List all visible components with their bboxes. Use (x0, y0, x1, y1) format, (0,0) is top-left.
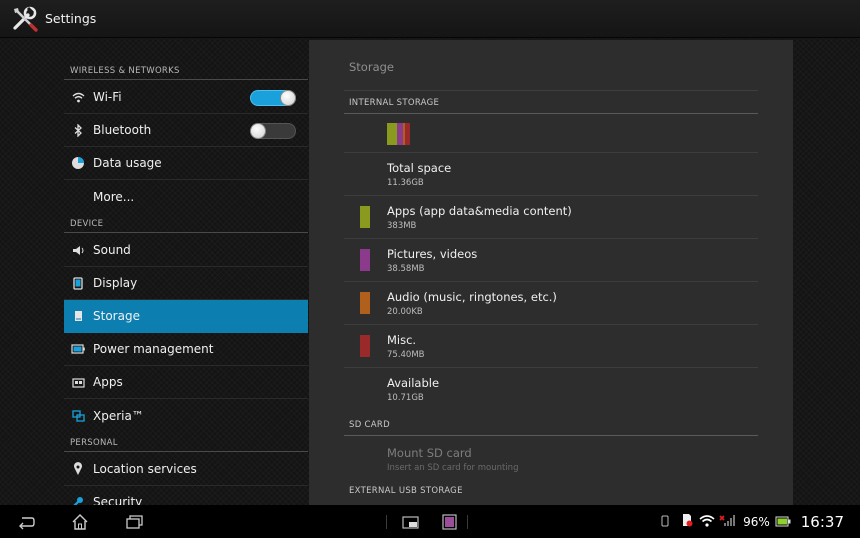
bluetooth-icon (71, 123, 85, 137)
settings-sidebar: WIRELESS & NETWORKS Wi-Fi Bluetooth Data… (64, 38, 308, 505)
external-usb-storage-header: EXTERNAL USB STORAGE (349, 486, 463, 496)
clock: 16:37 (800, 512, 844, 531)
system-navigation-bar: 96% 16:37 (0, 505, 860, 538)
toggle-knob (250, 123, 266, 139)
row-value: 20.00KB (387, 307, 423, 317)
battery-percentage: 96% (743, 514, 770, 529)
row-value: 10.71GB (387, 393, 424, 403)
row-value: 11.36GB (387, 178, 424, 188)
sidebar-item-location-services[interactable]: Location services (64, 453, 308, 486)
storage-panel: Storage INTERNAL STORAGE Total space 11.… (309, 40, 793, 505)
display-icon (71, 276, 85, 290)
wifi-status-icon (699, 512, 715, 531)
storage-row-audio[interactable]: Audio (music, ringtones, etc.) 20.00KB (344, 282, 758, 325)
storage-row-pictures[interactable]: Pictures, videos 38.58MB (344, 239, 758, 282)
speaker-icon (71, 243, 85, 257)
sidebar-item-label: Apps (93, 375, 123, 389)
usage-segment-misc (405, 123, 410, 145)
battery-icon (71, 342, 85, 356)
settings-content: WIRELESS & NETWORKS Wi-Fi Bluetooth Data… (0, 38, 860, 505)
row-title: Misc. (387, 333, 417, 347)
sidebar-item-wifi[interactable]: Wi-Fi (64, 81, 308, 114)
row-value: 75.40MB (387, 350, 425, 360)
divider (467, 515, 468, 529)
back-button[interactable] (16, 513, 36, 531)
data-usage-icon (71, 156, 85, 170)
apps-color-swatch (360, 206, 370, 228)
divider (386, 515, 387, 529)
section-header-wireless: WIRELESS & NETWORKS (64, 60, 308, 80)
sd-card-header: SD CARD (344, 414, 758, 436)
sidebar-item-label: Location services (93, 462, 197, 476)
sidebar-item-display[interactable]: Display (64, 267, 308, 300)
audio-color-swatch (360, 292, 370, 314)
sidebar-item-label: Power management (93, 342, 214, 356)
row-value: Insert an SD card for mounting (387, 463, 519, 473)
sidebar-item-security[interactable]: Security (64, 486, 308, 505)
phone-icon (661, 512, 669, 531)
sidebar-item-power-management[interactable]: Power management (64, 333, 308, 366)
battery-status-icon (775, 512, 791, 531)
panel-title: Storage (349, 60, 394, 74)
section-header-personal: PERSONAL (64, 432, 308, 452)
row-value: 383MB (387, 221, 417, 231)
usage-segment-apps (387, 123, 397, 145)
wifi-icon (71, 90, 85, 104)
misc-color-swatch (360, 335, 370, 357)
status-area[interactable]: 96% 16:37 (661, 505, 860, 538)
row-title: Mount SD card (387, 446, 472, 460)
divider (344, 90, 758, 91)
row-title: Available (387, 376, 440, 390)
sidebar-item-label: Xperia™ (93, 408, 144, 423)
storage-row-misc[interactable]: Misc. 75.40MB (344, 325, 758, 368)
row-title: Total space (387, 161, 452, 175)
sidebar-item-bluetooth[interactable]: Bluetooth (64, 114, 308, 147)
sidebar-item-label: Bluetooth (93, 123, 152, 137)
section-header-device: DEVICE (64, 213, 308, 233)
storage-row-available[interactable]: Available 10.71GB (344, 368, 758, 411)
storage-row-apps[interactable]: Apps (app data&media content) 383MB (344, 196, 758, 239)
bluetooth-toggle[interactable] (250, 123, 296, 139)
row-value: 38.58MB (387, 264, 425, 274)
sidebar-item-label: Display (93, 276, 138, 290)
sidebar-item-more[interactable]: More... (64, 180, 308, 213)
sidebar-item-label: Data usage (93, 156, 162, 170)
xperia-icon (71, 409, 85, 423)
sidebar-item-label: Wi-Fi (93, 90, 122, 104)
sidebar-item-label: More... (93, 189, 135, 204)
row-title: Pictures, videos (387, 247, 478, 261)
storage-icon (71, 309, 85, 323)
sidebar-item-label: Sound (93, 243, 131, 257)
storage-usage-bar (387, 123, 410, 145)
app-title: Settings (45, 11, 97, 26)
small-app-window-icon[interactable] (401, 513, 421, 531)
sidebar-item-apps[interactable]: Apps (64, 366, 308, 399)
internal-storage-header: INTERNAL STORAGE (344, 92, 758, 114)
recent-apps-button[interactable] (124, 513, 144, 531)
home-button[interactable] (70, 513, 90, 531)
sidebar-item-label: Storage (93, 309, 140, 323)
wifi-toggle[interactable] (250, 90, 296, 106)
pictures-color-swatch (360, 249, 370, 271)
toggle-knob (280, 90, 296, 106)
sidebar-item-label: Security (93, 495, 143, 505)
sidebar-item-xperia[interactable]: Xperia™ (64, 399, 308, 432)
mount-sd-card-row[interactable]: Mount SD card Insert an SD card for moun… (344, 438, 758, 481)
security-icon (71, 495, 85, 505)
settings-tools-icon[interactable] (11, 5, 39, 33)
no-signal-icon (719, 512, 736, 531)
apps-icon (71, 375, 85, 389)
sidebar-item-storage[interactable]: Storage (64, 300, 308, 333)
action-bar: Settings (0, 0, 860, 38)
row-title: Audio (music, ringtones, etc.) (387, 290, 557, 304)
row-title: Apps (app data&media content) (387, 204, 572, 218)
sidebar-item-sound[interactable]: Sound (64, 234, 308, 267)
small-app-media-icon[interactable] (440, 513, 460, 531)
sidebar-item-data-usage[interactable]: Data usage (64, 147, 308, 180)
location-pin-icon (71, 462, 85, 476)
sim-alert-icon (681, 512, 693, 531)
storage-row-total-space[interactable]: Total space 11.36GB (344, 153, 758, 196)
